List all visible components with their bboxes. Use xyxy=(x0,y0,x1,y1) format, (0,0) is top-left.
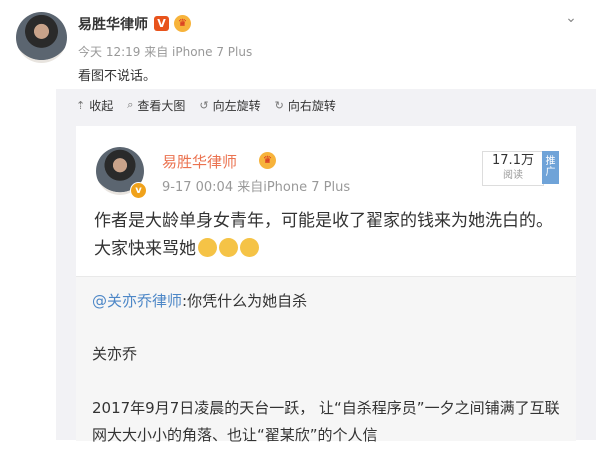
repost-meta: 9-17 00:04 来自iPhone 7 Plus xyxy=(162,180,351,195)
zoom-icon: ⌕ xyxy=(127,98,134,111)
angry-emoji-icon xyxy=(219,238,238,257)
repost-text: 作者是大龄单身女青年，可能是收了翟家的钱来为她洗白的。大家快来骂她 xyxy=(94,207,564,263)
view-large-button[interactable]: ⌕ 查看大图 xyxy=(127,96,185,114)
rotate-left-button[interactable]: ↺ 向左旋转 xyxy=(199,96,260,114)
quote-line-1: @关亦乔律师:你凭什么为她自杀 xyxy=(92,290,307,311)
author-avatar[interactable] xyxy=(16,12,67,63)
post-text: 看图不说话。 xyxy=(78,69,157,84)
quote-line-1-rest: :你凭什么为她自杀 xyxy=(182,292,308,310)
repost-vip-crown-icon: ♛ xyxy=(259,152,276,169)
repost-verified-icon: v xyxy=(130,182,147,199)
repost-author-name: 易胜华律师 xyxy=(162,153,238,171)
collapse-button[interactable]: ⇡ 收起 xyxy=(76,96,113,114)
embedded-screenshot: v 易胜华律师 ♛ 9-17 00:04 来自iPhone 7 Plus 17.… xyxy=(76,126,576,441)
view-large-label: 查看大图 xyxy=(137,98,186,113)
arrow-up-icon: ⇡ xyxy=(76,98,86,112)
rotate-left-label: 向左旋转 xyxy=(212,98,261,113)
quote-paragraph: 2017年9月7日凌晨的天台一跃， 让“自杀程序员”一夕之间铺满了互联网大大小小… xyxy=(92,399,560,444)
weibo-post: 易胜华律师 V ♛ ⌄ 今天 12:19 来自 iPhone 7 Plus 看图… xyxy=(0,0,596,444)
chevron-down-icon[interactable]: ⌄ xyxy=(562,10,580,28)
angry-emoji-icon xyxy=(198,238,217,257)
quote-author: 关亦乔 xyxy=(92,345,138,363)
read-label: 阅读 xyxy=(503,170,523,181)
rotate-right-label: 向右旋转 xyxy=(287,98,336,113)
verified-badge-icon: V xyxy=(154,16,169,31)
rotate-right-button[interactable]: ↻ 向右旋转 xyxy=(275,96,336,114)
angry-emoji-icon xyxy=(240,238,259,257)
image-toolbar: ⇡ 收起 ⌕ 查看大图 ↺ 向左旋转 ↻ 向右旋转 xyxy=(76,96,336,114)
rotate-left-icon: ↺ xyxy=(199,98,209,112)
collapse-label: 收起 xyxy=(89,98,114,113)
post-meta: 今天 12:19 来自 iPhone 7 Plus xyxy=(78,45,253,59)
read-count-box: 17.1万 阅读 xyxy=(482,151,544,186)
vip-crown-icon: ♛ xyxy=(174,15,191,32)
rotate-right-icon: ↻ xyxy=(274,98,284,112)
author-name[interactable]: 易胜华律师 xyxy=(78,14,148,34)
repost-text-body: 作者是大龄单身女青年，可能是收了翟家的钱来为她洗白的。大家快来骂她 xyxy=(94,211,553,259)
promote-button: 推广 xyxy=(542,151,559,184)
read-count: 17.1万 xyxy=(492,153,534,168)
mention-link: @关亦乔律师 xyxy=(92,292,183,310)
